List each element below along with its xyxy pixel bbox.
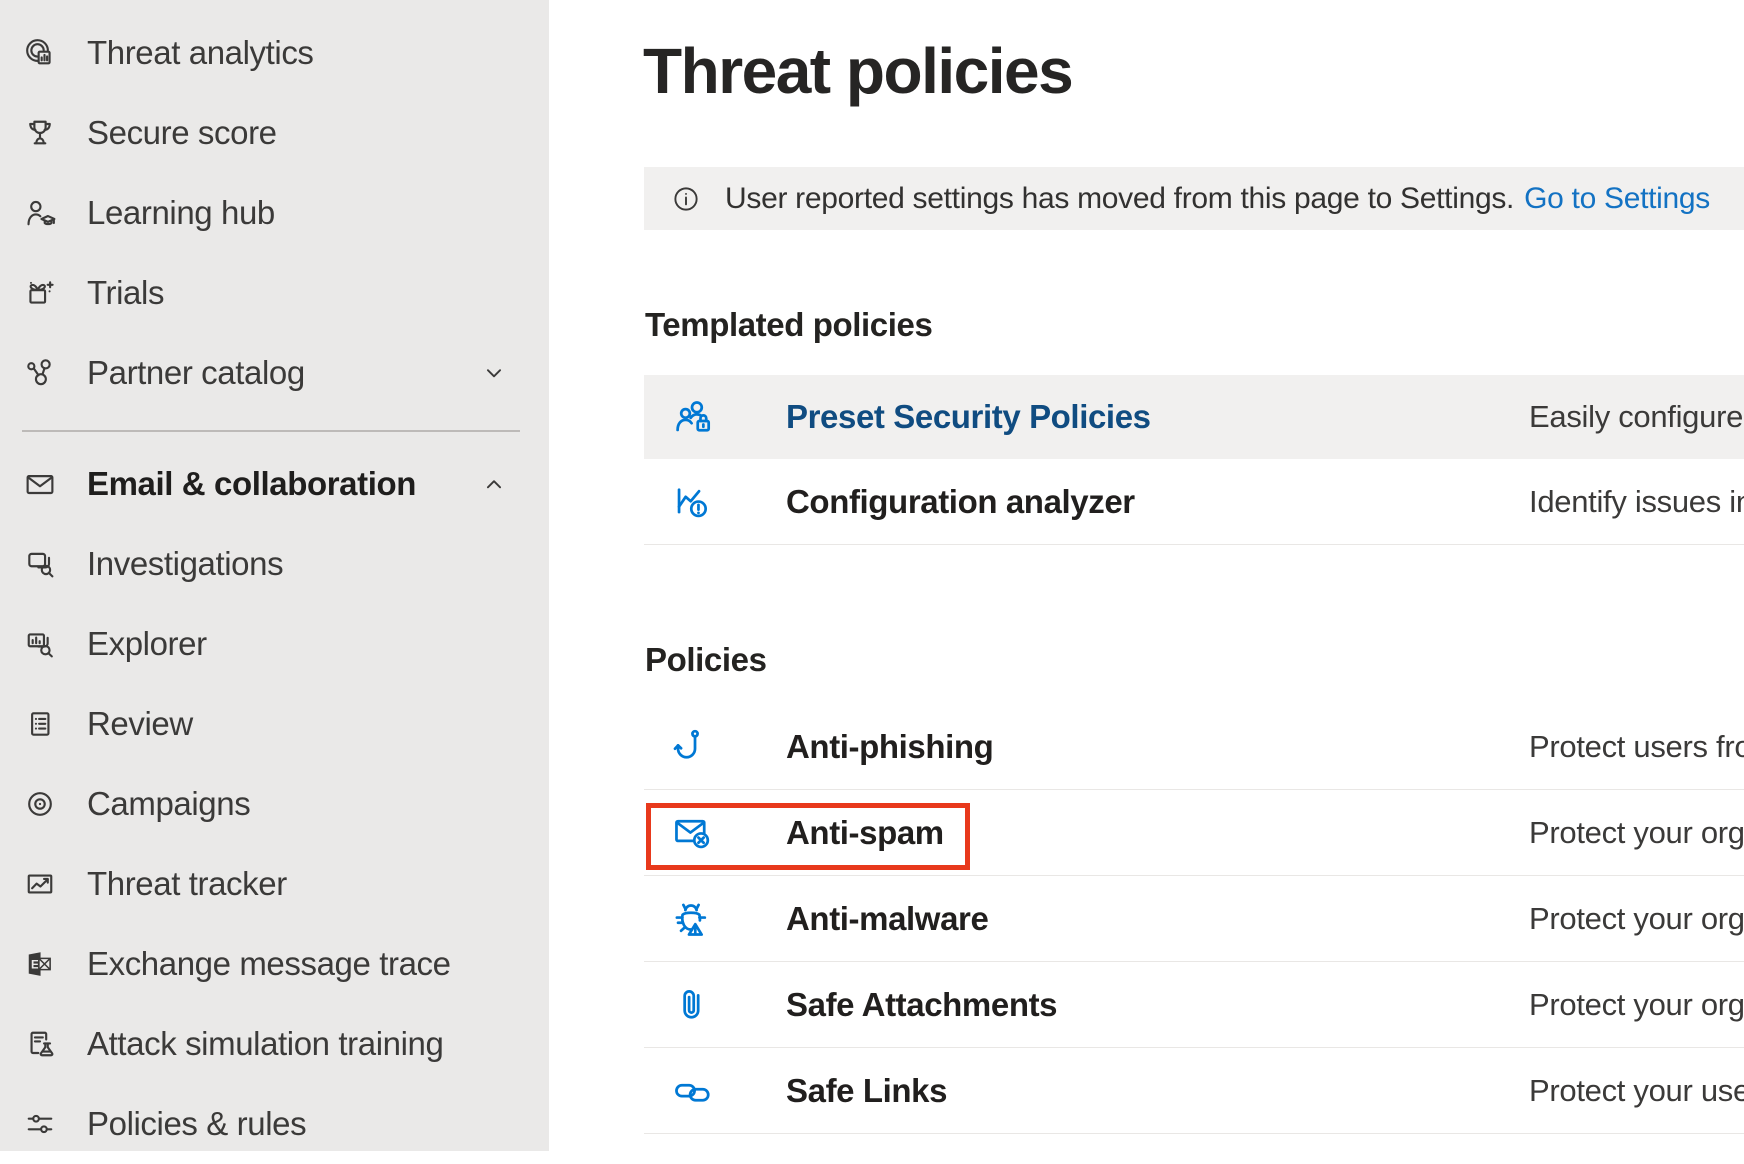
sidebar-item-label: Campaigns	[87, 785, 250, 823]
trials-icon	[22, 275, 58, 311]
policy-row-label[interactable]: Anti-phishing	[786, 728, 993, 766]
policy-row-anti-phishing[interactable]: Anti-phishing Protect users from p	[644, 704, 1744, 790]
banner-text: User reported settings has moved from th…	[725, 182, 1514, 216]
safe-links-icon	[670, 1068, 716, 1114]
main-content: Threat policies User reported settings h…	[549, 0, 1744, 1151]
sidebar-item-explorer[interactable]: Explorer	[0, 604, 549, 684]
campaigns-icon	[22, 786, 58, 822]
sidebar-item-partner-catalog[interactable]: Partner catalog	[0, 333, 549, 413]
policy-row-anti-malware[interactable]: Anti-malware Protect your organiz	[644, 876, 1744, 962]
policy-row-anti-spam[interactable]: Anti-spam Protect your organiz	[644, 790, 1744, 876]
policy-row-label[interactable]: Safe Attachments	[786, 986, 1057, 1024]
policy-row-preset-security-policies[interactable]: Preset Security Policies Easily configur…	[644, 375, 1744, 459]
threat-tracker-icon	[22, 866, 58, 902]
secure-score-icon	[22, 115, 58, 151]
section-rows-policies: Anti-phishing Protect users from p Anti-…	[644, 704, 1744, 1134]
page-title: Threat policies	[643, 34, 1072, 108]
policy-row-description: Protect your organiz	[1529, 987, 1744, 1023]
sidebar-item-label: Policies & rules	[87, 1105, 306, 1143]
sidebar-item-investigations[interactable]: Investigations	[0, 524, 549, 604]
sidebar-item-label: Investigations	[87, 545, 283, 583]
sidebar-item-email-collaboration[interactable]: Email & collaboration	[0, 444, 549, 524]
sidebar-item-review[interactable]: Review	[0, 684, 549, 764]
exchange-message-trace-icon	[22, 946, 58, 982]
sidebar-item-label: Learning hub	[87, 194, 275, 232]
policy-row-label[interactable]: Configuration analyzer	[786, 483, 1135, 521]
policy-row-description: Protect your users fro	[1529, 1073, 1744, 1109]
policy-row-safe-attachments[interactable]: Safe Attachments Protect your organiz	[644, 962, 1744, 1048]
anti-phishing-icon	[670, 724, 716, 770]
sidebar-item-threat-tracker[interactable]: Threat tracker	[0, 844, 549, 924]
policy-row-description: Protect your organiz	[1529, 815, 1744, 851]
chevron-up-icon[interactable]	[479, 469, 509, 499]
policy-row-label[interactable]: Preset Security Policies	[786, 398, 1151, 436]
partner-catalog-icon	[22, 355, 58, 391]
preset-security-policies-icon	[670, 394, 716, 440]
section-heading-templated-policies: Templated policies	[645, 306, 932, 344]
sidebar-item-label: Threat analytics	[87, 34, 314, 72]
sidebar-item-label: Review	[87, 705, 193, 743]
sidebar-divider	[22, 430, 520, 432]
sidebar-item-label: Exchange message trace	[87, 945, 451, 983]
policy-row-label[interactable]: Safe Links	[786, 1072, 947, 1110]
policy-row-safe-links[interactable]: Safe Links Protect your users fro	[644, 1048, 1744, 1134]
sidebar-item-campaigns[interactable]: Campaigns	[0, 764, 549, 844]
policy-row-description: Protect users from p	[1529, 729, 1744, 765]
review-icon	[22, 706, 58, 742]
sidebar-item-label: Email & collaboration	[87, 465, 416, 503]
sidebar-item-policies-rules[interactable]: Policies & rules	[0, 1084, 549, 1164]
anti-malware-icon	[670, 896, 716, 942]
section-heading-policies: Policies	[645, 641, 767, 679]
policy-row-description: Protect your organiz	[1529, 901, 1744, 937]
policy-row-configuration-analyzer[interactable]: Configuration analyzer Identify issues i…	[644, 459, 1744, 545]
go-to-settings-link[interactable]: Go to Settings	[1524, 182, 1710, 216]
section-rows-templated: Preset Security Policies Easily configur…	[644, 375, 1744, 545]
sidebar: Threat analytics Secure score Learning h…	[0, 0, 549, 1151]
sidebar-item-label: Partner catalog	[87, 354, 305, 392]
policy-row-label[interactable]: Anti-spam	[786, 814, 944, 852]
sidebar-item-trials[interactable]: Trials	[0, 253, 549, 333]
sidebar-item-attack-simulation-training[interactable]: Attack simulation training	[0, 1004, 549, 1084]
sidebar-item-label: Explorer	[87, 625, 207, 663]
sidebar-item-label: Secure score	[87, 114, 277, 152]
policies-rules-icon	[22, 1106, 58, 1142]
info-banner: User reported settings has moved from th…	[644, 167, 1744, 230]
policy-row-label[interactable]: Anti-malware	[786, 900, 988, 938]
policy-row-description: Identify issues in you	[1529, 484, 1744, 520]
sidebar-item-secure-score[interactable]: Secure score	[0, 93, 549, 173]
email-collaboration-icon	[22, 466, 58, 502]
sidebar-item-exchange-message-trace[interactable]: Exchange message trace	[0, 924, 549, 1004]
explorer-icon	[22, 626, 58, 662]
sidebar-item-label: Threat tracker	[87, 865, 287, 903]
investigations-icon	[22, 546, 58, 582]
learning-hub-icon	[22, 195, 58, 231]
anti-spam-icon	[670, 810, 716, 856]
threat-analytics-icon	[22, 35, 58, 71]
policy-row-description: Easily configure prot	[1529, 399, 1744, 435]
attack-simulation-training-icon	[22, 1026, 58, 1062]
info-icon	[669, 182, 703, 216]
sidebar-item-label: Trials	[87, 274, 164, 312]
sidebar-item-learning-hub[interactable]: Learning hub	[0, 173, 549, 253]
sidebar-item-threat-analytics[interactable]: Threat analytics	[0, 13, 549, 93]
configuration-analyzer-icon	[670, 479, 716, 525]
chevron-down-icon[interactable]	[479, 358, 509, 388]
sidebar-item-label: Attack simulation training	[87, 1025, 443, 1063]
safe-attachments-icon	[670, 982, 716, 1028]
